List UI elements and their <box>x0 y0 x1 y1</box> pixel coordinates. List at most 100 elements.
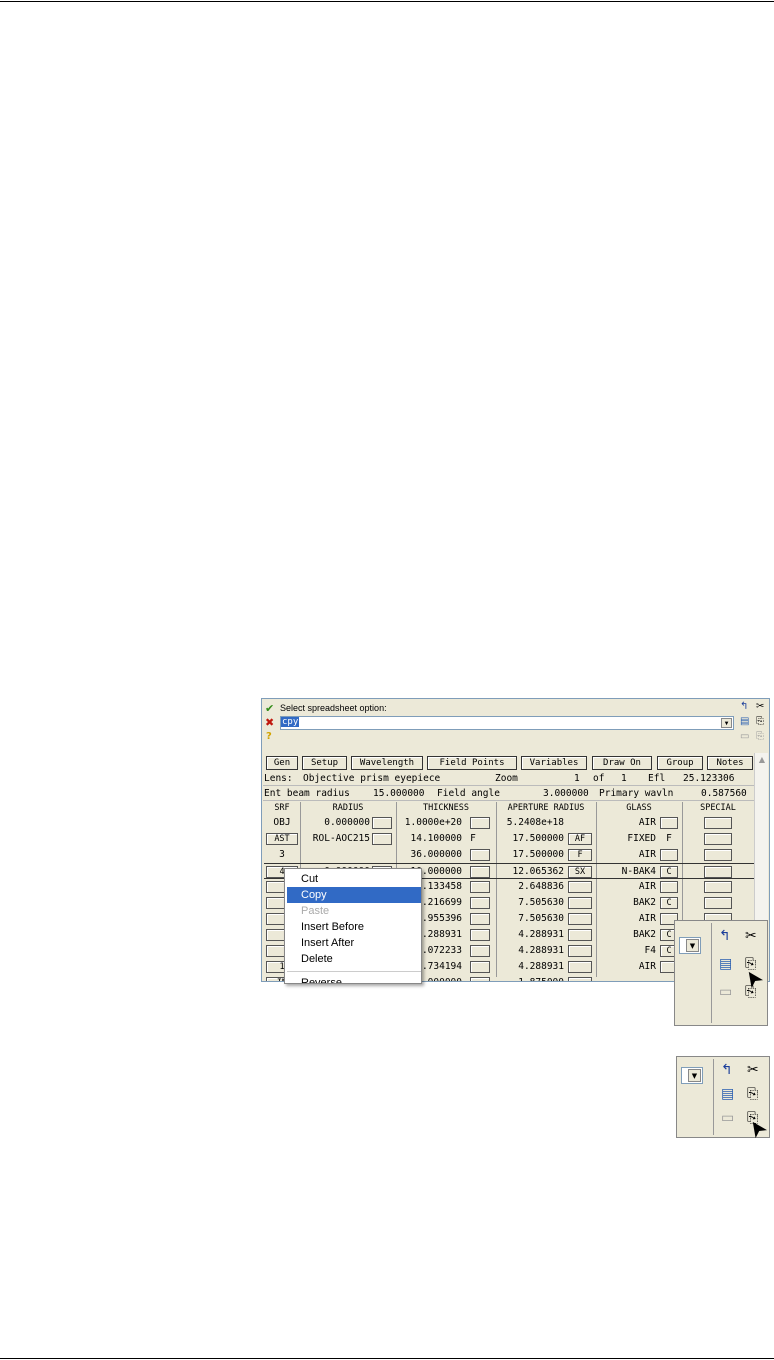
dropdown-field[interactable]: ▼ <box>679 937 701 954</box>
aperture-cell[interactable]: 7.505630 <box>502 895 564 911</box>
cut-icon[interactable]: ✂ <box>756 701 764 713</box>
thickness-solve-button[interactable] <box>470 849 490 861</box>
menu-item-copy[interactable]: Copy <box>287 887 421 903</box>
aperture-type-button[interactable] <box>568 961 592 973</box>
glass-solve-button[interactable] <box>660 849 678 861</box>
chevron-down-icon[interactable]: ▼ <box>721 718 732 728</box>
radius-cell[interactable]: ROL-AOC215 <box>302 831 370 847</box>
menu-item-paste[interactable]: Paste <box>287 903 421 919</box>
glass-solve-button[interactable] <box>660 817 678 829</box>
aperture-type-button[interactable] <box>568 897 592 909</box>
insert-icon[interactable]: ▭ <box>719 983 732 1001</box>
radius-solve-button[interactable] <box>372 833 392 845</box>
glass-cell[interactable]: N-BAK4 <box>602 864 656 880</box>
thickness-solve-button[interactable] <box>470 913 490 925</box>
aperture-type-button[interactable] <box>568 913 592 925</box>
radius-solve-button[interactable] <box>372 817 392 829</box>
aperture-cell[interactable]: 12.065362 <box>502 864 564 880</box>
aperture-cell[interactable]: 2.648836 <box>502 879 564 895</box>
wavelength-button[interactable]: Wavelength <box>351 756 423 770</box>
dropdown-field[interactable]: ▼ <box>681 1067 703 1084</box>
checkmark-icon[interactable]: ✔ <box>265 702 274 715</box>
menu-item-cut[interactable]: Cut <box>287 871 421 887</box>
setup-button[interactable]: Setup <box>302 756 347 770</box>
thickness-solve-button[interactable] <box>470 866 490 878</box>
aperture-cell[interactable]: 4.288931 <box>502 959 564 975</box>
thickness-cell[interactable]: 1.0000e+20 <box>400 815 462 831</box>
glass-cell[interactable]: AIR <box>602 879 656 895</box>
glass-cell[interactable]: AIR <box>602 959 656 975</box>
radius-cell[interactable]: 0.000000 <box>302 815 370 831</box>
glass-cell[interactable]: BAK2 <box>602 927 656 943</box>
thickness-cell[interactable]: 36.000000 <box>400 847 462 863</box>
thickness-solve-button[interactable] <box>470 817 490 829</box>
cut-icon[interactable]: ✂ <box>747 1061 759 1079</box>
gen-button[interactable]: Gen <box>266 756 298 770</box>
radius-cell[interactable] <box>302 847 370 863</box>
chevron-down-icon[interactable]: ▼ <box>686 939 699 952</box>
thickness-cell[interactable]: 14.100000 <box>400 831 462 847</box>
ent-beam-value[interactable]: 15.000000 <box>373 786 424 801</box>
glass-solve-button[interactable]: C <box>660 897 678 909</box>
aperture-type-button[interactable] <box>568 945 592 957</box>
glass-cell[interactable]: AIR <box>602 847 656 863</box>
glass-cell[interactable]: F4 <box>602 943 656 959</box>
menu-item-reverse[interactable]: Reverse <box>287 975 421 983</box>
glass-cell[interactable]: AIR <box>602 911 656 927</box>
copy-icon[interactable]: ⎘ <box>747 1085 758 1103</box>
special-button[interactable] <box>704 866 732 878</box>
special-button[interactable] <box>704 897 732 909</box>
special-button[interactable] <box>704 833 732 845</box>
thickness-solve-button[interactable] <box>470 961 490 973</box>
aperture-type-button[interactable] <box>568 977 592 981</box>
special-button[interactable] <box>704 849 732 861</box>
cut-icon[interactable]: ✂ <box>745 927 757 945</box>
aperture-cell[interactable]: 5.2408e+18 <box>502 815 564 831</box>
group-button[interactable]: Group <box>657 756 703 770</box>
insert-icon[interactable]: ▭ <box>740 731 749 743</box>
renumber-icon[interactable]: ▤ <box>719 955 732 973</box>
command-input[interactable]: cpy ▼ <box>280 716 734 730</box>
menu-item-insert-after[interactable]: Insert After <box>287 935 421 951</box>
special-button[interactable] <box>704 881 732 893</box>
aperture-cell[interactable]: 17.500000 <box>502 831 564 847</box>
thickness-flag[interactable]: F <box>468 831 478 847</box>
glass-cell[interactable] <box>602 975 656 981</box>
help-icon[interactable]: ? <box>266 731 272 742</box>
thickness-solve-button[interactable] <box>470 897 490 909</box>
aperture-cell[interactable]: 17.500000 <box>502 847 564 863</box>
menu-item-insert-before[interactable]: Insert Before <box>287 919 421 935</box>
aperture-type-button[interactable]: F <box>568 849 592 861</box>
draw-on-button[interactable]: Draw On <box>592 756 652 770</box>
glass-cell[interactable]: FIXED <box>602 831 656 847</box>
thickness-solve-button[interactable] <box>470 929 490 941</box>
chevron-down-icon[interactable]: ▼ <box>688 1069 701 1082</box>
undo-icon[interactable]: ↰ <box>719 927 731 945</box>
thickness-solve-button[interactable] <box>470 881 490 893</box>
glass-cell[interactable]: AIR <box>602 815 656 831</box>
aperture-type-button[interactable]: SX <box>568 866 592 878</box>
srf-cell[interactable]: OBJ <box>266 815 298 831</box>
zoom-value[interactable]: 1 <box>574 771 580 786</box>
aperture-cell[interactable]: 7.505630 <box>502 911 564 927</box>
aperture-cell[interactable]: 4.288931 <box>502 927 564 943</box>
aperture-cell[interactable]: 1.875000 <box>502 975 564 981</box>
insert-icon[interactable]: ▭ <box>721 1109 734 1127</box>
cancel-icon[interactable]: ✖ <box>265 716 274 729</box>
copy-icon[interactable]: ⎘ <box>756 716 764 728</box>
variables-button[interactable]: Variables <box>521 756 587 770</box>
aperture-cell[interactable]: 4.288931 <box>502 943 564 959</box>
scroll-up-icon[interactable]: ▲ <box>756 755 768 767</box>
renumber-icon[interactable]: ▤ <box>721 1085 734 1103</box>
aperture-type-button[interactable]: AF <box>568 833 592 845</box>
glass-cell[interactable]: BAK2 <box>602 895 656 911</box>
thickness-solve-button[interactable] <box>470 945 490 957</box>
field-angle-value[interactable]: 3.000000 <box>543 786 589 801</box>
paste-icon[interactable]: ⎘ <box>756 731 764 743</box>
aperture-type-button[interactable] <box>568 929 592 941</box>
lens-title[interactable]: Objective prism eyepiece <box>303 771 440 786</box>
glass-solve-button[interactable]: C <box>660 866 678 878</box>
renumber-icon[interactable]: ▤ <box>740 716 749 728</box>
field-points-button[interactable]: Field Points <box>427 756 517 770</box>
glass-solve-button[interactable] <box>660 881 678 893</box>
